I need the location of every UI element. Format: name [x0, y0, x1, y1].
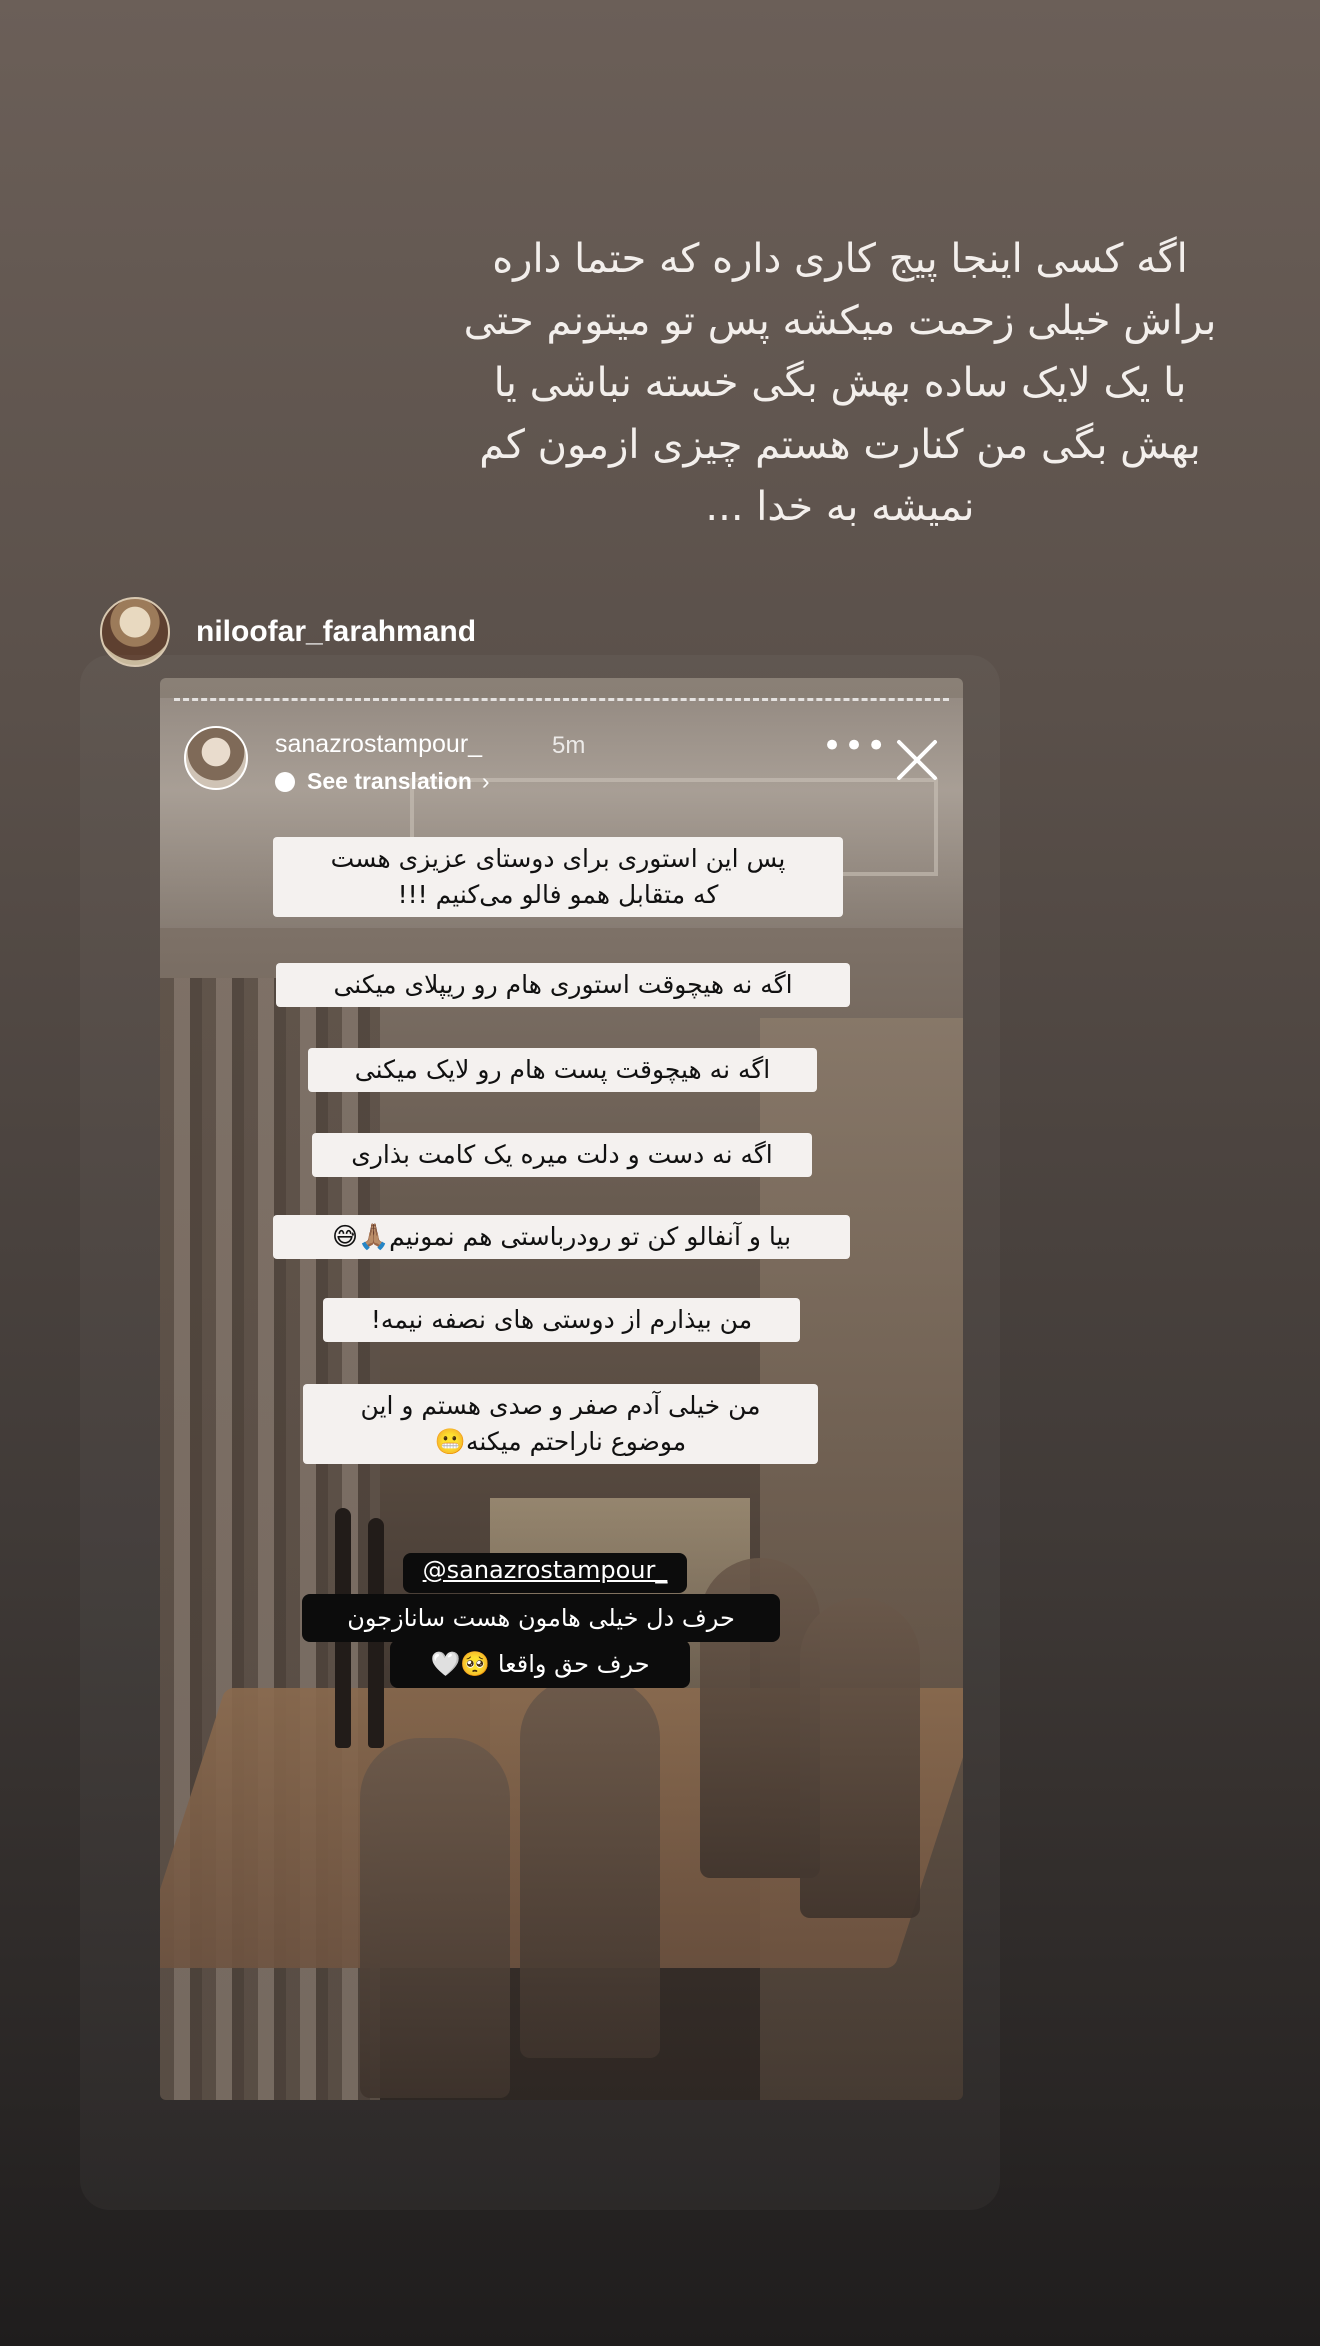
story-progress-bar — [174, 698, 949, 701]
more-options-icon[interactable]: ••• — [822, 729, 888, 763]
story-username[interactable]: sanazrostampour_ — [275, 730, 482, 759]
translate-bubble-icon — [275, 771, 295, 792]
reply-text: حرف حق واقعا 🥺🤍 — [390, 1640, 690, 1688]
story-text: اگه نه هیچوقت استوری هام رو ریپلای میکنی — [276, 963, 850, 1007]
mention-sticker[interactable]: @sanazrostampour_ — [403, 1553, 687, 1593]
chevron-right-icon: › — [481, 768, 490, 794]
story-text: پس این استوری برای دوستای عزیزی هست که م… — [273, 837, 843, 917]
story-text: من بیذارم از دوستی های نصفه نیمه! — [323, 1298, 800, 1342]
see-translation-button[interactable]: See translation › — [275, 768, 490, 795]
reply-text: حرف دل خیلی هامون هست ساناز‌جون — [302, 1594, 780, 1642]
story-text: من خیلی آدم صفر و صدی هستم و این موضوع ن… — [303, 1384, 818, 1464]
story-text: اگه نه هیچوقت پست هام رو لایک میکنی — [308, 1048, 817, 1092]
scene-chair — [360, 1738, 510, 2098]
story-text: بیا و آنفالو کن تو رودرباستی هم نمونیم🙏🏽… — [273, 1215, 850, 1259]
see-translation-label: See translation — [307, 768, 472, 794]
story-timestamp: 5m — [552, 732, 586, 759]
scene-chair — [520, 1678, 660, 2058]
post-caption: اگه کسی اینجا پیج کاری داره که حتما داره… — [463, 236, 1217, 530]
avatar[interactable] — [184, 726, 248, 790]
story-text: اگه نه دست و دلت میره یک کامت بذاری — [312, 1133, 812, 1177]
story-frame[interactable]: sanazrostampour_ 5m See translation › ••… — [160, 678, 963, 2100]
close-icon[interactable] — [895, 738, 939, 782]
shared-username[interactable]: niloofar_farahmand — [196, 615, 476, 649]
scene-chair — [800, 1598, 920, 1918]
